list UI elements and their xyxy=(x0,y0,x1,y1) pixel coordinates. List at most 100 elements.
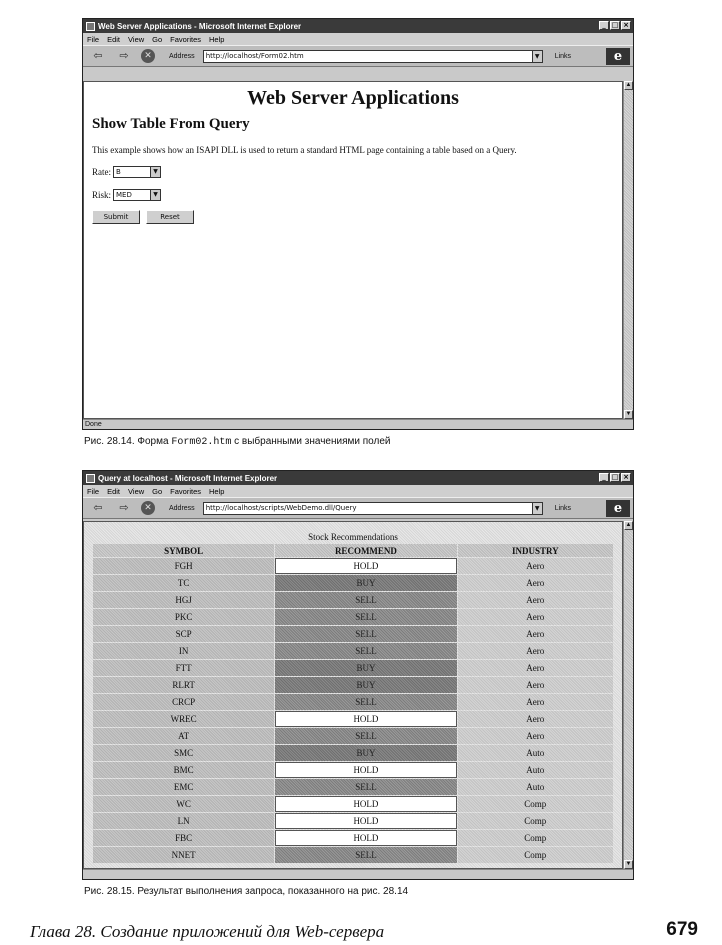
risk-select[interactable]: MED ▼ xyxy=(113,189,162,201)
symbol-cell: LN xyxy=(93,813,275,829)
industry-cell: Aero xyxy=(457,609,613,625)
industry-cell: Comp xyxy=(457,847,613,863)
address-input[interactable]: http://localhost/Form02.htm ▼ xyxy=(202,49,543,63)
symbol-cell: SCP xyxy=(93,626,275,642)
industry-cell: Comp xyxy=(457,813,613,829)
menu-help[interactable]: Help xyxy=(209,487,224,496)
stop-icon[interactable]: ✕ xyxy=(141,49,155,63)
table-row: BMC HOLD Auto xyxy=(93,762,613,778)
recommend-cell: BUY xyxy=(275,745,457,761)
back-arrow-icon[interactable]: ⇦ xyxy=(89,49,107,63)
forward-arrow-icon[interactable]: ⇨ xyxy=(115,501,133,515)
symbol-cell: PKC xyxy=(93,609,275,625)
forward-arrow-icon[interactable]: ⇨ xyxy=(115,49,133,63)
address-label: Address xyxy=(169,52,195,60)
scroll-up-icon[interactable]: ▲ xyxy=(624,521,633,530)
back-arrow-icon[interactable]: ⇦ xyxy=(89,501,107,515)
table-row: WC HOLD Comp xyxy=(93,796,613,812)
toolbar: ⇦ ⇨ ✕ Address http://localhost/scripts/W… xyxy=(83,497,633,519)
industry-cell: Aero xyxy=(457,558,613,574)
submit-button[interactable]: Submit xyxy=(92,210,140,224)
rate-select[interactable]: B ▼ xyxy=(113,166,161,178)
industry-cell: Aero xyxy=(457,711,613,727)
scroll-down-icon[interactable]: ▼ xyxy=(624,410,633,419)
table-row: RLRT BUY Aero xyxy=(93,677,613,693)
column-header-industry: INDUSTRY xyxy=(457,544,613,557)
chevron-down-icon[interactable]: ▼ xyxy=(531,50,542,62)
industry-cell: Aero xyxy=(457,575,613,591)
links-label[interactable]: Links xyxy=(555,53,571,60)
menu-help[interactable]: Help xyxy=(209,35,224,44)
page-content: Stock Recommendations SYMBOL RECOMMEND I… xyxy=(83,521,623,869)
table-row: SCP SELL Aero xyxy=(93,626,613,642)
symbol-cell: FGH xyxy=(93,558,275,574)
close-button[interactable]: × xyxy=(621,473,631,482)
menu-favorites[interactable]: Favorites xyxy=(170,487,201,496)
ie-app-icon xyxy=(86,473,95,483)
links-label[interactable]: Links xyxy=(555,505,571,512)
menu-edit[interactable]: Edit xyxy=(107,487,120,496)
symbol-cell: WREC xyxy=(93,711,275,727)
stock-table: SYMBOL RECOMMEND INDUSTRY FGH HOLD Aero TC B… xyxy=(92,543,614,864)
scroll-up-icon[interactable]: ▲ xyxy=(624,81,633,90)
table-row: LN HOLD Comp xyxy=(93,813,613,829)
title-bar: Query at localhost - Microsoft Internet … xyxy=(83,471,633,485)
symbol-cell: TC xyxy=(93,575,275,591)
table-row: FTT BUY Aero xyxy=(93,660,613,676)
title-bar: Web Server Applications - Microsoft Inte… xyxy=(83,19,633,33)
menu-go[interactable]: Go xyxy=(152,487,162,496)
minimize-button[interactable]: _ xyxy=(599,21,609,30)
figure-caption-1: Рис. 28.14. Форма Form02.htm с выбранным… xyxy=(84,436,390,448)
symbol-cell: HGJ xyxy=(93,592,275,608)
recommend-cell: SELL xyxy=(275,626,457,642)
window-title: Query at localhost - Microsoft Internet … xyxy=(98,473,278,483)
address-label: Address xyxy=(169,504,195,512)
risk-label: Risk: xyxy=(92,190,112,200)
table-row: WREC HOLD Aero xyxy=(93,711,613,727)
maximize-button[interactable]: □ xyxy=(610,21,620,30)
scroll-down-icon[interactable]: ▼ xyxy=(624,860,633,869)
maximize-button[interactable]: □ xyxy=(610,473,620,482)
vertical-scrollbar[interactable]: ▲ ▼ xyxy=(623,81,633,419)
table-row: FBC HOLD Comp xyxy=(93,830,613,846)
status-text: Done xyxy=(85,421,102,428)
toolbar: ⇦ ⇨ ✕ Address http://localhost/Form02.ht… xyxy=(83,45,633,67)
close-button[interactable]: × xyxy=(621,21,631,30)
industry-cell: Auto xyxy=(457,779,613,795)
industry-cell: Auto xyxy=(457,745,613,761)
symbol-cell: IN xyxy=(93,643,275,659)
menu-file[interactable]: File xyxy=(87,35,99,44)
chevron-down-icon[interactable]: ▼ xyxy=(531,502,542,514)
table-row: IN SELL Aero xyxy=(93,643,613,659)
industry-cell: Auto xyxy=(457,762,613,778)
reset-button[interactable]: Reset xyxy=(146,210,194,224)
menu-go[interactable]: Go xyxy=(152,35,162,44)
browser-window-query: Query at localhost - Microsoft Internet … xyxy=(82,470,634,880)
address-input[interactable]: http://localhost/scripts/WebDemo.dll/Que… xyxy=(202,501,543,515)
menu-file[interactable]: File xyxy=(87,487,99,496)
status-bar xyxy=(83,869,633,879)
menu-favorites[interactable]: Favorites xyxy=(170,35,201,44)
menu-edit[interactable]: Edit xyxy=(107,35,120,44)
table-row: AT SELL Aero xyxy=(93,728,613,744)
industry-cell: Aero xyxy=(457,677,613,693)
recommend-cell: BUY xyxy=(275,677,457,693)
recommend-cell: BUY xyxy=(275,575,457,591)
recommend-cell: HOLD xyxy=(275,711,457,727)
page-heading: Web Server Applications xyxy=(247,87,459,109)
table-row: NNET SELL Comp xyxy=(93,847,613,863)
industry-cell: Comp xyxy=(457,796,613,812)
figure-caption-2: Рис. 28.15. Результат выполнения запроса… xyxy=(84,886,409,897)
industry-cell: Aero xyxy=(457,592,613,608)
recommend-cell: SELL xyxy=(275,779,457,795)
vertical-scrollbar[interactable]: ▲ ▼ xyxy=(623,521,633,869)
stop-icon[interactable]: ✕ xyxy=(141,501,155,515)
symbol-cell: AT xyxy=(93,728,275,744)
menu-view[interactable]: View xyxy=(128,487,144,496)
column-header-recommend: RECOMMEND xyxy=(275,544,457,557)
table-row: CRCP SELL Aero xyxy=(93,694,613,710)
recommend-cell: SELL xyxy=(275,728,457,744)
minimize-button[interactable]: _ xyxy=(599,473,609,482)
symbol-cell: FTT xyxy=(93,660,275,676)
menu-view[interactable]: View xyxy=(128,35,144,44)
